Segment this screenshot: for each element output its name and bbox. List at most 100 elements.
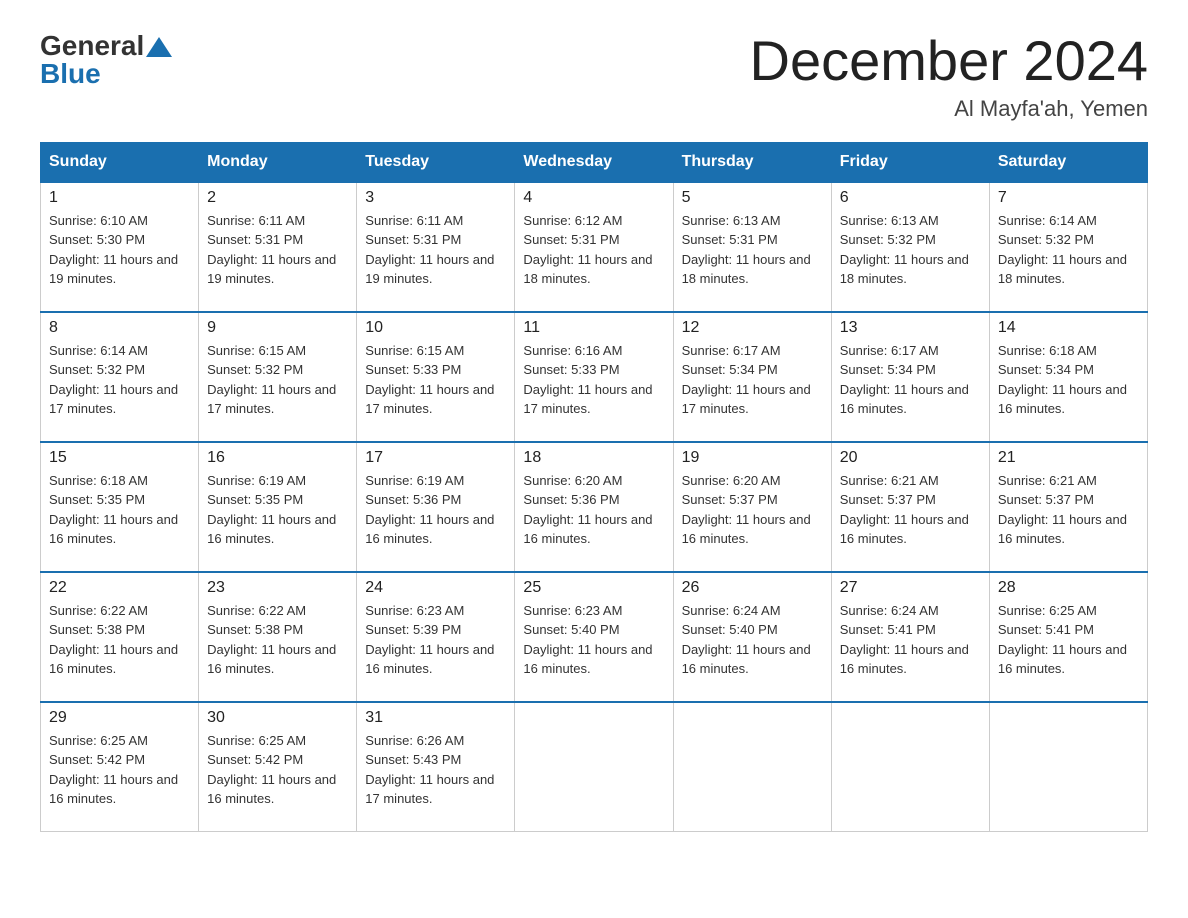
table-row: 18 Sunrise: 6:20 AM Sunset: 5:36 PM Dayl…	[515, 442, 673, 572]
table-row: 22 Sunrise: 6:22 AM Sunset: 5:38 PM Dayl…	[41, 572, 199, 702]
table-row: 8 Sunrise: 6:14 AM Sunset: 5:32 PM Dayli…	[41, 312, 199, 442]
day-info: Sunrise: 6:19 AM Sunset: 5:36 PM Dayligh…	[365, 471, 506, 549]
day-number: 17	[365, 449, 506, 467]
day-number: 21	[998, 449, 1139, 467]
page-header: General Blue December 2024 Al Mayfa'ah, …	[40, 30, 1148, 122]
day-number: 24	[365, 579, 506, 597]
calendar-week-row: 22 Sunrise: 6:22 AM Sunset: 5:38 PM Dayl…	[41, 572, 1148, 702]
table-row: 30 Sunrise: 6:25 AM Sunset: 5:42 PM Dayl…	[199, 702, 357, 832]
day-number: 9	[207, 319, 348, 337]
day-info: Sunrise: 6:24 AM Sunset: 5:40 PM Dayligh…	[682, 601, 823, 679]
day-number: 1	[49, 189, 190, 207]
day-number: 26	[682, 579, 823, 597]
day-number: 10	[365, 319, 506, 337]
table-row: 26 Sunrise: 6:24 AM Sunset: 5:40 PM Dayl…	[673, 572, 831, 702]
day-info: Sunrise: 6:17 AM Sunset: 5:34 PM Dayligh…	[682, 341, 823, 419]
table-row: 10 Sunrise: 6:15 AM Sunset: 5:33 PM Dayl…	[357, 312, 515, 442]
calendar-table: Sunday Monday Tuesday Wednesday Thursday…	[40, 142, 1148, 833]
table-row: 14 Sunrise: 6:18 AM Sunset: 5:34 PM Dayl…	[989, 312, 1147, 442]
day-info: Sunrise: 6:10 AM Sunset: 5:30 PM Dayligh…	[49, 211, 190, 289]
day-info: Sunrise: 6:13 AM Sunset: 5:32 PM Dayligh…	[840, 211, 981, 289]
day-info: Sunrise: 6:19 AM Sunset: 5:35 PM Dayligh…	[207, 471, 348, 549]
day-info: Sunrise: 6:14 AM Sunset: 5:32 PM Dayligh…	[49, 341, 190, 419]
day-number: 28	[998, 579, 1139, 597]
day-number: 6	[840, 189, 981, 207]
calendar-week-row: 8 Sunrise: 6:14 AM Sunset: 5:32 PM Dayli…	[41, 312, 1148, 442]
day-info: Sunrise: 6:25 AM Sunset: 5:42 PM Dayligh…	[207, 731, 348, 809]
day-info: Sunrise: 6:20 AM Sunset: 5:37 PM Dayligh…	[682, 471, 823, 549]
day-number: 27	[840, 579, 981, 597]
day-info: Sunrise: 6:20 AM Sunset: 5:36 PM Dayligh…	[523, 471, 664, 549]
day-number: 31	[365, 709, 506, 727]
day-info: Sunrise: 6:25 AM Sunset: 5:42 PM Dayligh…	[49, 731, 190, 809]
table-row: 2 Sunrise: 6:11 AM Sunset: 5:31 PM Dayli…	[199, 182, 357, 312]
table-row: 13 Sunrise: 6:17 AM Sunset: 5:34 PM Dayl…	[831, 312, 989, 442]
day-number: 16	[207, 449, 348, 467]
table-row: 31 Sunrise: 6:26 AM Sunset: 5:43 PM Dayl…	[357, 702, 515, 832]
table-row: 17 Sunrise: 6:19 AM Sunset: 5:36 PM Dayl…	[357, 442, 515, 572]
col-thursday: Thursday	[673, 142, 831, 182]
day-info: Sunrise: 6:18 AM Sunset: 5:35 PM Dayligh…	[49, 471, 190, 549]
day-info: Sunrise: 6:22 AM Sunset: 5:38 PM Dayligh…	[49, 601, 190, 679]
day-info: Sunrise: 6:15 AM Sunset: 5:33 PM Dayligh…	[365, 341, 506, 419]
table-row: 7 Sunrise: 6:14 AM Sunset: 5:32 PM Dayli…	[989, 182, 1147, 312]
day-number: 3	[365, 189, 506, 207]
day-info: Sunrise: 6:18 AM Sunset: 5:34 PM Dayligh…	[998, 341, 1139, 419]
day-info: Sunrise: 6:11 AM Sunset: 5:31 PM Dayligh…	[365, 211, 506, 289]
table-row: 3 Sunrise: 6:11 AM Sunset: 5:31 PM Dayli…	[357, 182, 515, 312]
table-row: 5 Sunrise: 6:13 AM Sunset: 5:31 PM Dayli…	[673, 182, 831, 312]
day-info: Sunrise: 6:17 AM Sunset: 5:34 PM Dayligh…	[840, 341, 981, 419]
day-info: Sunrise: 6:11 AM Sunset: 5:31 PM Dayligh…	[207, 211, 348, 289]
calendar-week-row: 1 Sunrise: 6:10 AM Sunset: 5:30 PM Dayli…	[41, 182, 1148, 312]
table-row: 27 Sunrise: 6:24 AM Sunset: 5:41 PM Dayl…	[831, 572, 989, 702]
calendar-week-row: 29 Sunrise: 6:25 AM Sunset: 5:42 PM Dayl…	[41, 702, 1148, 832]
day-number: 12	[682, 319, 823, 337]
day-number: 29	[49, 709, 190, 727]
table-row: 25 Sunrise: 6:23 AM Sunset: 5:40 PM Dayl…	[515, 572, 673, 702]
logo-blue-text: Blue	[40, 58, 172, 90]
day-info: Sunrise: 6:26 AM Sunset: 5:43 PM Dayligh…	[365, 731, 506, 809]
col-monday: Monday	[199, 142, 357, 182]
col-sunday: Sunday	[41, 142, 199, 182]
calendar-title-block: December 2024 Al Mayfa'ah, Yemen	[750, 30, 1148, 122]
table-row	[989, 702, 1147, 832]
table-row: 19 Sunrise: 6:20 AM Sunset: 5:37 PM Dayl…	[673, 442, 831, 572]
day-info: Sunrise: 6:21 AM Sunset: 5:37 PM Dayligh…	[840, 471, 981, 549]
day-number: 8	[49, 319, 190, 337]
day-info: Sunrise: 6:23 AM Sunset: 5:39 PM Dayligh…	[365, 601, 506, 679]
table-row: 28 Sunrise: 6:25 AM Sunset: 5:41 PM Dayl…	[989, 572, 1147, 702]
calendar-header-row: Sunday Monday Tuesday Wednesday Thursday…	[41, 142, 1148, 182]
day-number: 11	[523, 319, 664, 337]
day-number: 2	[207, 189, 348, 207]
day-number: 25	[523, 579, 664, 597]
table-row: 24 Sunrise: 6:23 AM Sunset: 5:39 PM Dayl…	[357, 572, 515, 702]
table-row: 15 Sunrise: 6:18 AM Sunset: 5:35 PM Dayl…	[41, 442, 199, 572]
table-row: 21 Sunrise: 6:21 AM Sunset: 5:37 PM Dayl…	[989, 442, 1147, 572]
table-row: 11 Sunrise: 6:16 AM Sunset: 5:33 PM Dayl…	[515, 312, 673, 442]
day-info: Sunrise: 6:24 AM Sunset: 5:41 PM Dayligh…	[840, 601, 981, 679]
day-number: 13	[840, 319, 981, 337]
day-info: Sunrise: 6:16 AM Sunset: 5:33 PM Dayligh…	[523, 341, 664, 419]
logo: General Blue	[40, 30, 172, 90]
table-row	[673, 702, 831, 832]
calendar-week-row: 15 Sunrise: 6:18 AM Sunset: 5:35 PM Dayl…	[41, 442, 1148, 572]
day-info: Sunrise: 6:13 AM Sunset: 5:31 PM Dayligh…	[682, 211, 823, 289]
day-info: Sunrise: 6:12 AM Sunset: 5:31 PM Dayligh…	[523, 211, 664, 289]
col-tuesday: Tuesday	[357, 142, 515, 182]
day-number: 30	[207, 709, 348, 727]
col-wednesday: Wednesday	[515, 142, 673, 182]
table-row: 29 Sunrise: 6:25 AM Sunset: 5:42 PM Dayl…	[41, 702, 199, 832]
day-info: Sunrise: 6:14 AM Sunset: 5:32 PM Dayligh…	[998, 211, 1139, 289]
table-row: 6 Sunrise: 6:13 AM Sunset: 5:32 PM Dayli…	[831, 182, 989, 312]
day-number: 19	[682, 449, 823, 467]
day-number: 4	[523, 189, 664, 207]
col-friday: Friday	[831, 142, 989, 182]
day-number: 5	[682, 189, 823, 207]
day-number: 23	[207, 579, 348, 597]
table-row	[515, 702, 673, 832]
table-row: 9 Sunrise: 6:15 AM Sunset: 5:32 PM Dayli…	[199, 312, 357, 442]
table-row: 23 Sunrise: 6:22 AM Sunset: 5:38 PM Dayl…	[199, 572, 357, 702]
table-row: 12 Sunrise: 6:17 AM Sunset: 5:34 PM Dayl…	[673, 312, 831, 442]
day-number: 7	[998, 189, 1139, 207]
day-number: 18	[523, 449, 664, 467]
